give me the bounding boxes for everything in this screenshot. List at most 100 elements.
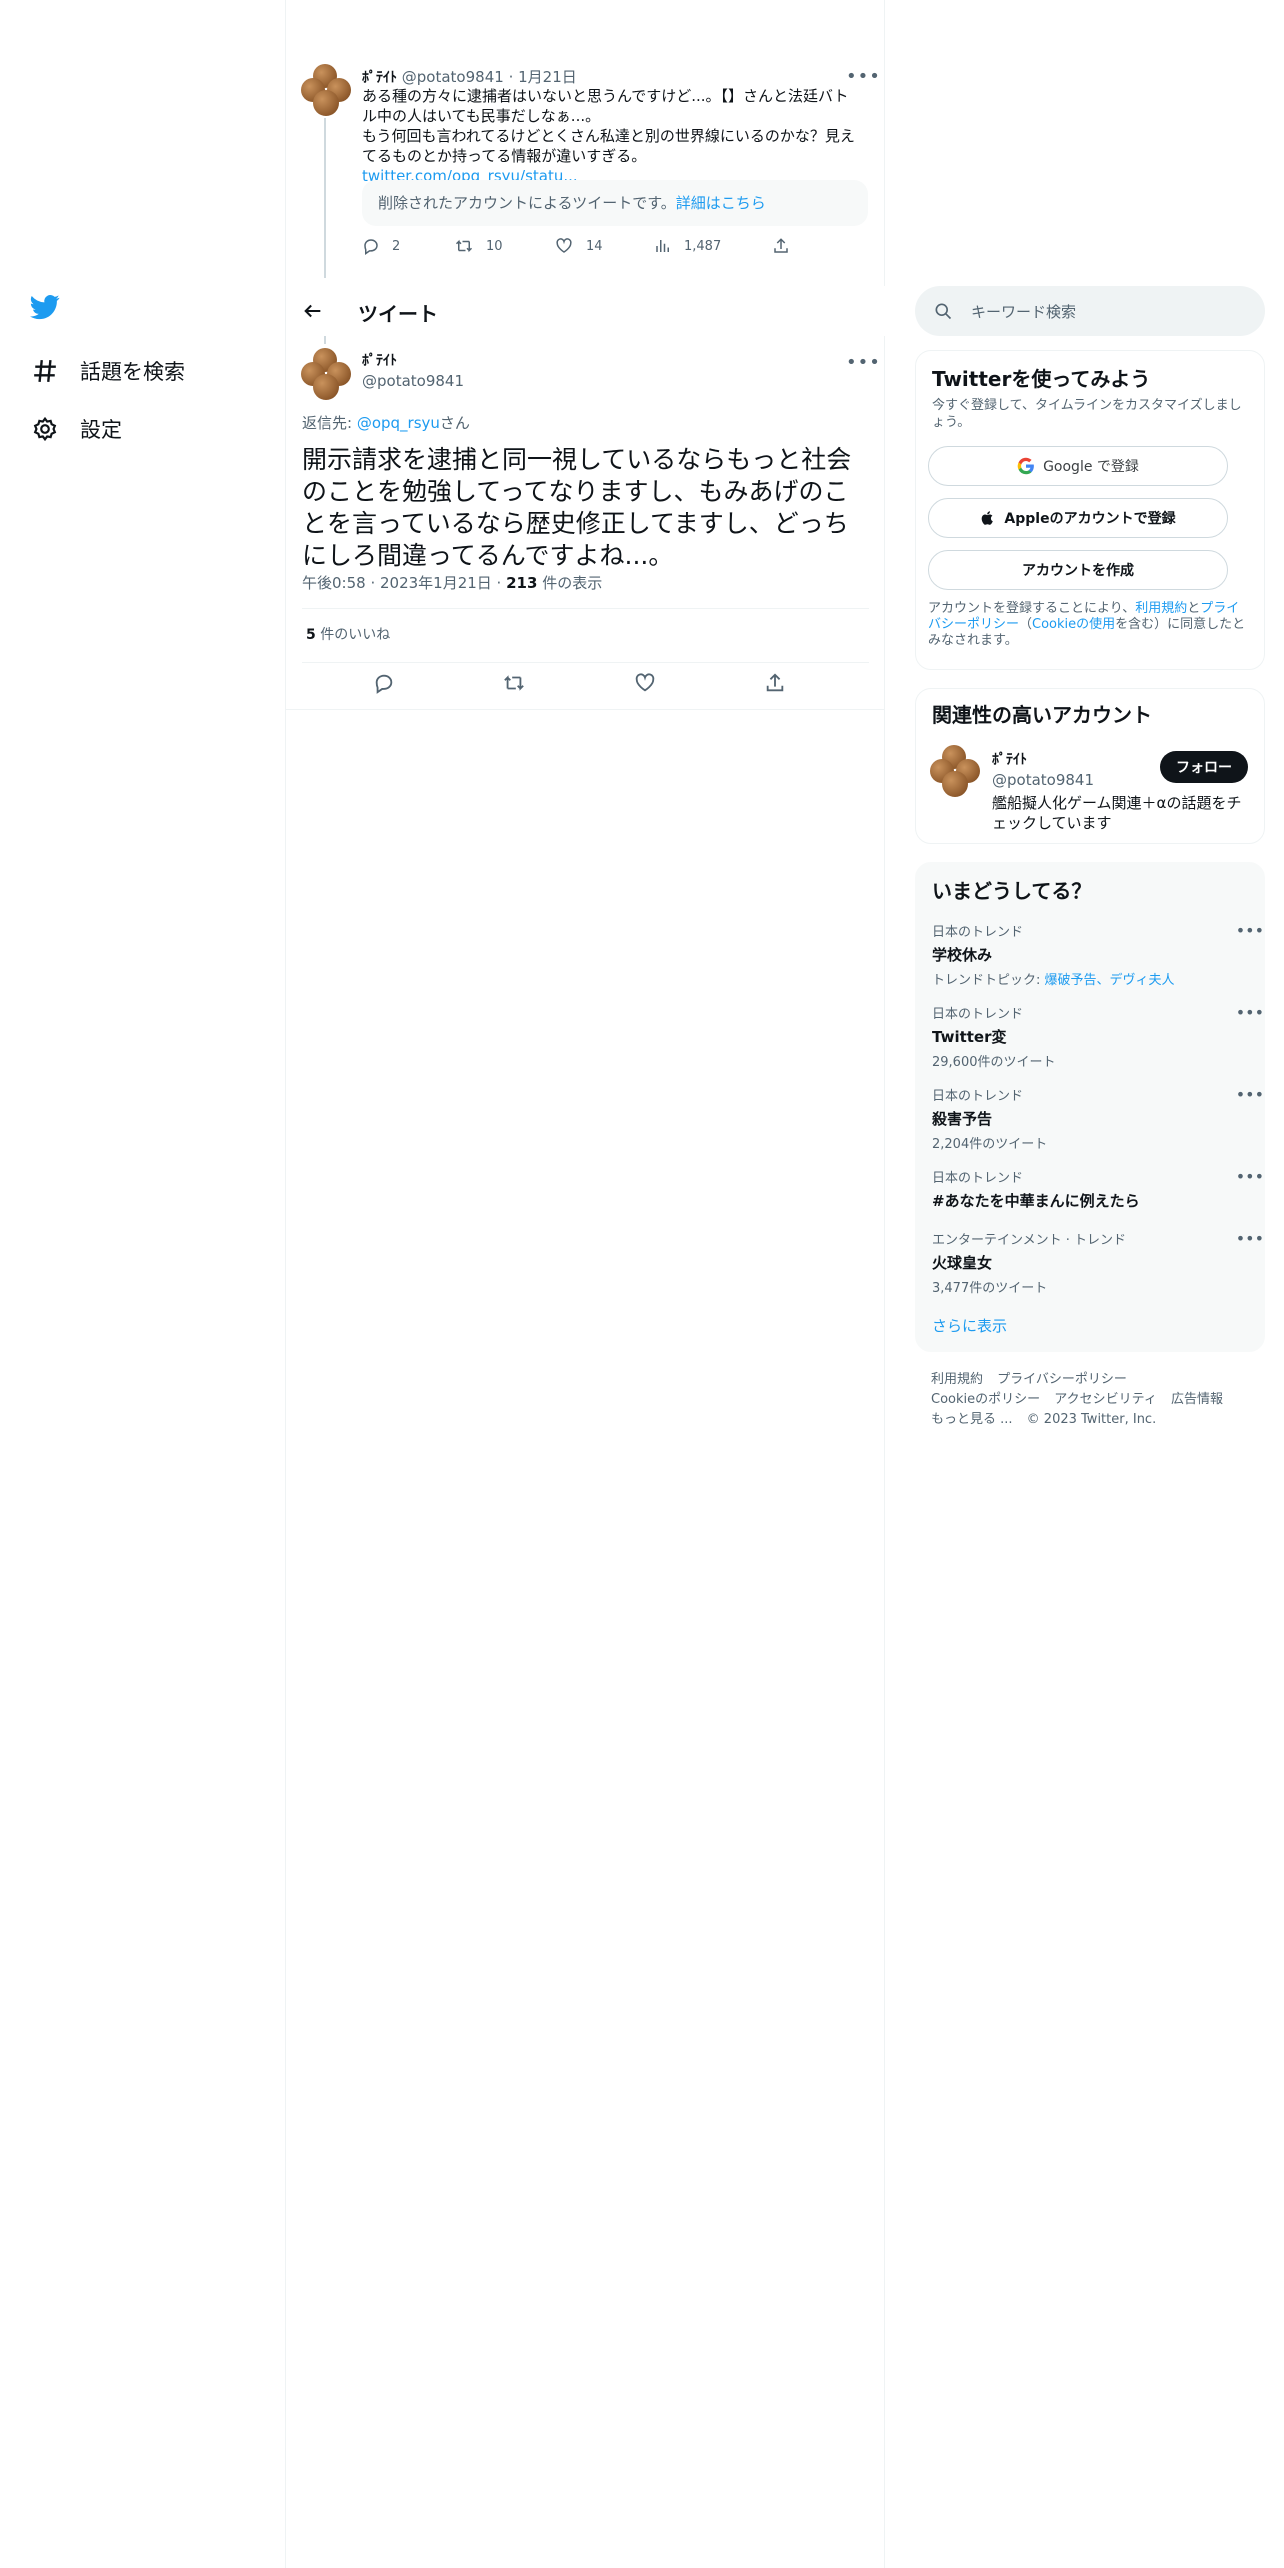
trend-item[interactable]: エンターテインメント · トレンド 火球皇女 3,477件のツイート ••• xyxy=(932,1229,1264,1296)
related-handle[interactable]: @potato9841 xyxy=(992,771,1094,789)
reply-suffix: さん xyxy=(439,414,470,432)
parent-tweet[interactable]: ﾎﾟﾃｲﾄ @potato9841 · 1月21日 ••• ある種の方々に逮捕者… xyxy=(286,56,885,286)
trend-topic-links[interactable]: 爆破予告、デヴィ夫人 xyxy=(1045,973,1175,988)
retweet-icon xyxy=(504,675,524,691)
footer-privacy-link[interactable]: プライバシーポリシー xyxy=(997,1372,1127,1387)
share-button[interactable] xyxy=(772,237,802,255)
trend-item[interactable]: 日本のトレンド 学校休み トレンドトピック: 爆破予告、デヴィ夫人 ••• xyxy=(932,921,1264,988)
reply-prefix: 返信先: xyxy=(302,414,357,432)
avatar[interactable] xyxy=(301,64,353,116)
tweet-text-line: ル中の人はいても民事だしなぁ...。 xyxy=(362,107,601,125)
like-count: 14 xyxy=(586,238,603,254)
trend-item[interactable]: 日本のトレンド Twitter変 29,600件のツイート ••• xyxy=(932,1003,1264,1070)
reply-button[interactable]: 2 xyxy=(362,237,454,255)
related-accounts-card: 関連性の高いアカウント ﾎﾟﾃｲﾄ @potato9841 艦船擬人化ゲーム関連… xyxy=(915,688,1265,844)
reply-handle-link[interactable]: @opq_rsyu xyxy=(357,414,440,432)
trend-category: 日本のトレンド xyxy=(932,925,1024,940)
heart-icon xyxy=(556,238,572,253)
google-signup-button[interactable]: Google で登録 xyxy=(928,446,1228,486)
tweet-timestamp[interactable]: 午後0:58 · 2023年1月21日 · xyxy=(302,574,506,592)
apple-signup-button[interactable]: Appleのアカウントで登録 xyxy=(928,498,1228,538)
trend-name: 殺害予告 xyxy=(932,1110,993,1128)
left-nav: 話題を検索 設定 xyxy=(0,0,286,2568)
signup-title: Twitterを使ってみよう xyxy=(932,367,1151,391)
related-name[interactable]: ﾎﾟﾃｲﾄ xyxy=(992,749,1027,769)
show-more-link[interactable]: さらに表示 xyxy=(932,1315,1007,1336)
reply-button[interactable] xyxy=(373,672,407,694)
tweet-text-line: てるものとか持ってる情報が違いすぎる。 xyxy=(362,147,647,165)
trend-item[interactable]: 日本のトレンド #あなたを中華まんに例えたら ••• xyxy=(932,1167,1264,1211)
trends-card: いまどうしてる？ 日本のトレンド 学校休み トレンドトピック: 爆破予告、デヴィ… xyxy=(915,862,1265,1352)
retweet-button[interactable]: 10 xyxy=(454,237,554,255)
footer-terms-link[interactable]: 利用規約 xyxy=(931,1372,983,1387)
related-bio: 艦船擬人化ゲーム関連＋αの話題をチェックしています xyxy=(992,794,1242,832)
search-input[interactable]: キーワード検索 xyxy=(971,301,1076,322)
back-arrow-icon[interactable] xyxy=(302,300,324,326)
search-bar[interactable]: キーワード検索 xyxy=(915,286,1265,336)
share-icon xyxy=(774,238,788,253)
trend-item[interactable]: 日本のトレンド 殺害予告 2,204件のツイート ••• xyxy=(932,1085,1264,1152)
author-handle[interactable]: @potato9841 xyxy=(362,372,464,390)
like-button[interactable]: 14 xyxy=(554,237,654,255)
deleted-notice: 削除されたアカウントによるツイートです。 xyxy=(378,194,676,212)
tweet-meta: 午後0:58 · 2023年1月21日 · 213 件の表示 xyxy=(302,572,602,593)
share-icon xyxy=(766,673,783,692)
likes-summary[interactable]: 5 件のいいね xyxy=(306,624,390,644)
trend-category: 日本のトレンド xyxy=(932,1007,1024,1022)
retweet-button[interactable] xyxy=(502,672,538,694)
more-options-icon[interactable]: ••• xyxy=(1236,921,1264,940)
reply-icon xyxy=(364,239,378,255)
avatar[interactable] xyxy=(930,745,982,797)
deleted-quote-box: 削除されたアカウントによるツイートです。詳細はこちら xyxy=(362,180,868,226)
learn-more-link[interactable]: 詳細はこちら xyxy=(676,194,766,212)
cookie-link[interactable]: Cookieの使用 xyxy=(1032,617,1115,632)
footer-accessibility-link[interactable]: アクセシビリティ xyxy=(1054,1392,1157,1407)
trend-name: Twitter変 xyxy=(932,1028,1007,1046)
footer-ads-link[interactable]: 広告情報 xyxy=(1171,1392,1223,1407)
footer-cookie-link[interactable]: Cookieのポリシー xyxy=(931,1392,1040,1407)
trends-title: いまどうしてる？ xyxy=(932,879,1092,903)
display-name[interactable]: ﾎﾟﾃｲﾄ xyxy=(362,353,397,369)
copyright: © 2023 Twitter, Inc. xyxy=(1026,1412,1157,1427)
trend-topics-prefix: トレンドトピック: xyxy=(932,973,1045,988)
nav-explore-label: 話題を検索 xyxy=(80,360,185,384)
terms-link[interactable]: 利用規約 xyxy=(1135,601,1187,616)
nav-settings[interactable]: 設定 xyxy=(30,409,122,449)
view-label: 件の表示 xyxy=(537,574,603,592)
legal-text: と xyxy=(1187,601,1201,616)
more-options-icon[interactable]: ••• xyxy=(1236,1085,1264,1104)
footer-more-link[interactable]: もっと見る ... xyxy=(931,1412,1013,1427)
create-account-button[interactable]: アカウントを作成 xyxy=(928,550,1228,590)
search-icon xyxy=(933,301,953,325)
heart-icon xyxy=(635,673,655,692)
more-options-icon[interactable]: ••• xyxy=(1236,1003,1264,1022)
share-button[interactable] xyxy=(764,672,798,694)
more-options-icon[interactable]: ••• xyxy=(1236,1167,1264,1186)
display-name[interactable]: ﾎﾟﾃｲﾄ xyxy=(362,70,397,86)
page-header: ツイート xyxy=(286,286,885,336)
views-button[interactable]: 1,487 xyxy=(654,237,772,255)
hashtag-icon xyxy=(30,356,60,386)
avatar[interactable] xyxy=(301,348,353,400)
tweet-date[interactable]: 1月21日 xyxy=(518,68,577,86)
twitter-logo-icon[interactable] xyxy=(28,292,68,332)
footer: 利用規約 プライバシーポリシー Cookieのポリシー アクセシビリティ 広告情… xyxy=(931,1370,1251,1430)
trend-topics: トレンドトピック: 爆破予告、デヴィ夫人 xyxy=(932,969,1252,988)
legal-text: （ xyxy=(1019,617,1033,632)
more-options-icon[interactable]: ••• xyxy=(846,68,881,86)
apple-logo-icon xyxy=(982,511,994,525)
more-options-icon[interactable]: ••• xyxy=(1236,1229,1264,1248)
like-button[interactable] xyxy=(633,672,669,694)
trend-name: #あなたを中華まんに例えたら xyxy=(932,1192,1140,1210)
nav-explore[interactable]: 話題を検索 xyxy=(30,351,185,391)
main-column: ﾎﾟﾃｲﾄ @potato9841 · 1月21日 ••• ある種の方々に逮捕者… xyxy=(286,0,885,2568)
follow-button[interactable]: フォロー xyxy=(1160,751,1248,783)
author-name[interactable]: ﾎﾟﾃｲﾄ xyxy=(362,350,397,370)
thread-line xyxy=(324,118,326,278)
divider xyxy=(302,608,869,609)
page-title: ツイート xyxy=(358,302,438,326)
handle[interactable]: @potato9841 xyxy=(402,68,504,86)
nav-settings-label: 設定 xyxy=(80,418,122,442)
signup-subtitle: 今すぐ登録して、タイムラインをカスタマイズしましょう。 xyxy=(932,398,1242,430)
more-options-icon[interactable]: ••• xyxy=(846,354,881,372)
